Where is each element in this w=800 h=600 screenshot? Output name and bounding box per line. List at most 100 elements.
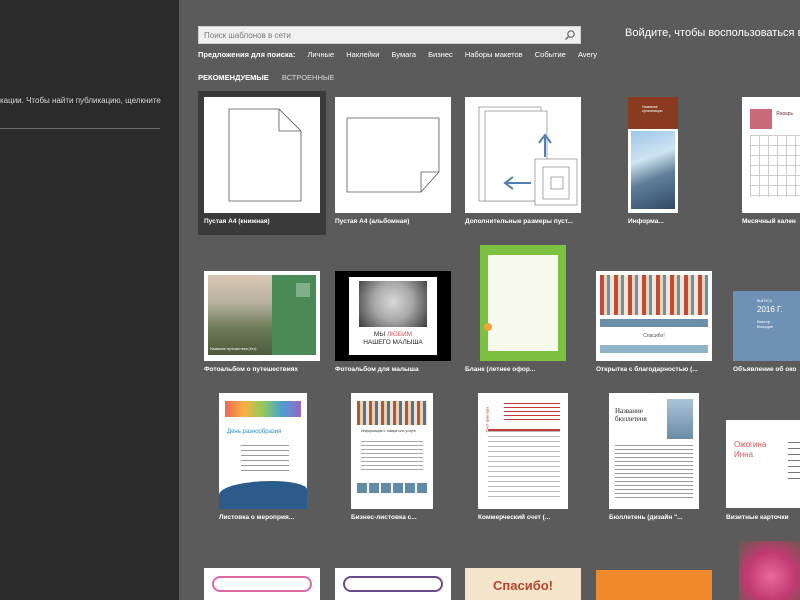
template-caption: Фотоальбом для малыша [335, 366, 419, 373]
signin-link[interactable]: Войдите, чтобы воспользоваться в [625, 27, 800, 39]
template-tile-more-sizes[interactable]: Дополнительные размеры пуст... [459, 91, 587, 235]
thank-you-band [600, 319, 708, 327]
template-tile-calendar[interactable]: Январь Месячный кален [736, 91, 800, 235]
template-tile-event-flyer[interactable]: День разнообразия Листовка о мероприя... [198, 388, 326, 528]
calendar-month: Январь [776, 111, 794, 117]
template-tile-blank-portrait[interactable]: Пустая A4 (книжная) [198, 91, 326, 235]
template-thumbnail [335, 97, 451, 213]
template-tile-business-flyer[interactable]: Информация о товаре или услуге Бизнес-ли… [329, 388, 457, 528]
flyer-text-lines [241, 445, 289, 473]
thank-you-banner-text: Спасибо! [493, 578, 553, 593]
invoice-table [488, 429, 560, 499]
template-thumbnail: Спасибо! [596, 271, 712, 361]
suggestion-link[interactable]: Наклейки [346, 50, 379, 59]
invoice-header [504, 403, 560, 421]
suggestion-link[interactable]: Бумага [392, 50, 417, 59]
template-tile-newsletter[interactable]: Название бюллетеня Бюллетень (дизайн "..… [590, 388, 718, 528]
flyer-rays [225, 401, 301, 417]
template-thumbnail [465, 97, 581, 213]
template-tile-banner-1[interactable] [198, 562, 326, 600]
tab-featured[interactable]: РЕКОМЕНДУЕМЫЕ [198, 73, 269, 82]
template-caption: Визитные карточки [726, 514, 789, 521]
template-caption: Фотоальбом о путешествиях [204, 366, 299, 373]
template-tile-summer-letterhead[interactable]: Бланк (летнее офор... [459, 240, 587, 377]
travel-photo [208, 275, 272, 355]
template-tile-invoice[interactable]: Счет-фактура Коммерческий счет (... [459, 388, 587, 528]
flyer-wave [219, 481, 307, 509]
template-thumbnail: День разнообразия [219, 393, 307, 509]
business-card-contact [788, 442, 800, 482]
template-thumbnail: Название организации [628, 97, 678, 213]
template-thumbnail: МЫ ЛЮБИМ НАШЕГО МАЛЫША [335, 271, 451, 361]
graduation-label: ВЫПУСК [757, 299, 772, 303]
template-tile-baby-album[interactable]: МЫ ЛЮБИМ НАШЕГО МАЛЫША Фотоальбом для ма… [329, 265, 457, 377]
calendar-grid [750, 135, 800, 197]
business-flyer-text [361, 441, 423, 471]
template-thumbnail [335, 568, 451, 600]
template-caption: Месячный кален [742, 218, 796, 225]
template-thumbnail: Информация о товаре или услуге [351, 393, 433, 509]
template-tile-business-cards[interactable]: Ожогина Инна Визитные карточки [720, 414, 800, 528]
newsletter-photo [667, 399, 693, 439]
newsletter-title: Название бюллетеня [615, 407, 647, 423]
letterhead-flower [484, 323, 492, 331]
template-thumbnail [204, 97, 320, 213]
baby-photo [359, 281, 427, 327]
template-caption: Листовка о мероприя... [219, 514, 295, 521]
template-caption: Информа... [628, 218, 664, 225]
left-panel-divider [0, 128, 160, 129]
suggestion-link[interactable]: Бизнес [428, 50, 453, 59]
template-thumbnail: Январь [742, 97, 800, 213]
tab-builtin[interactable]: ВСТРОЕННЫЕ [282, 73, 335, 82]
template-caption: Открытка с благодарностью (... [596, 366, 698, 373]
template-thumbnail [739, 541, 800, 600]
search-suggestions: Предложения для поиска: Личные Наклейки … [198, 50, 607, 62]
graduation-name: Виктор Володин [757, 319, 774, 329]
template-caption: Объявление об око [733, 366, 797, 373]
suggestion-link[interactable]: Наборы макетов [465, 50, 523, 59]
template-thumbnail: Счет-фактура [478, 393, 568, 509]
search-box[interactable] [198, 26, 581, 44]
template-tile-thank-you-card[interactable]: Спасибо! Открытка с благодарностью (... [590, 265, 718, 377]
template-tile-graduation[interactable]: ВЫПУСК 2016 Г. Виктор Володин Объявление… [727, 285, 800, 377]
template-thumbnail: Спасибо! [465, 568, 581, 600]
template-thumbnail [480, 245, 566, 361]
business-flyer-title: Информация о товаре или услуге [361, 429, 416, 433]
template-caption: Бланк (летнее офор... [465, 366, 536, 373]
template-tile-banner-4[interactable] [590, 562, 718, 600]
graduation-year: 2016 Г. [757, 305, 783, 314]
brochure-title: Название организации [642, 105, 663, 113]
baby-caption-text: МЫ ЛЮБИМ НАШЕГО МАЛЫША [349, 331, 437, 347]
template-tile-flower-card[interactable] [733, 535, 800, 600]
letterhead-paper [488, 255, 558, 351]
suggestions-label: Предложения для поиска: [198, 50, 296, 59]
left-panel: кации. Чтобы найти публикацию, щелкните [0, 0, 179, 600]
brochure-header [628, 97, 678, 129]
template-tile-thank-you-banner[interactable]: Спасибо! [459, 562, 587, 600]
template-tabs: РЕКОМЕНДУЕМЫЕ ВСТРОЕННЫЕ [198, 73, 346, 82]
template-tile-brochure[interactable]: Название организации Информа... [590, 91, 718, 235]
left-panel-hint: кации. Чтобы найти публикацию, щелкните [0, 96, 161, 105]
template-thumbnail: ВЫПУСК 2016 Г. Виктор Володин [733, 291, 800, 361]
suggestion-link[interactable]: Avery [578, 50, 597, 59]
template-tile-travel-album[interactable]: Название путешествия (Кто) Фотоальбом о … [198, 265, 326, 377]
template-thumbnail: Название бюллетеня [609, 393, 699, 509]
template-caption: Бизнес-листовка с... [351, 514, 417, 521]
template-tile-blank-landscape[interactable]: Пустая A4 (альбомная) [329, 91, 457, 235]
suggestion-link[interactable]: Событие [535, 50, 566, 59]
banner-ornament [212, 576, 312, 592]
search-icon[interactable] [564, 29, 576, 41]
travel-title: Название путешествия (Кто) [210, 347, 257, 351]
suggestion-link[interactable]: Личные [307, 50, 334, 59]
template-caption: Дополнительные размеры пуст... [465, 218, 573, 225]
template-thumbnail [596, 570, 712, 600]
template-tile-banner-2[interactable] [329, 562, 457, 600]
thank-you-text: Спасибо! [643, 333, 665, 339]
thank-you-photo [600, 275, 708, 315]
flyer-title: День разнообразия [227, 429, 282, 435]
business-card-name: Ожогина Инна [734, 440, 767, 459]
thank-you-footer [600, 345, 708, 353]
calendar-photo [750, 109, 772, 129]
search-input[interactable] [199, 27, 559, 43]
template-thumbnail: Ожогина Инна [726, 420, 800, 508]
